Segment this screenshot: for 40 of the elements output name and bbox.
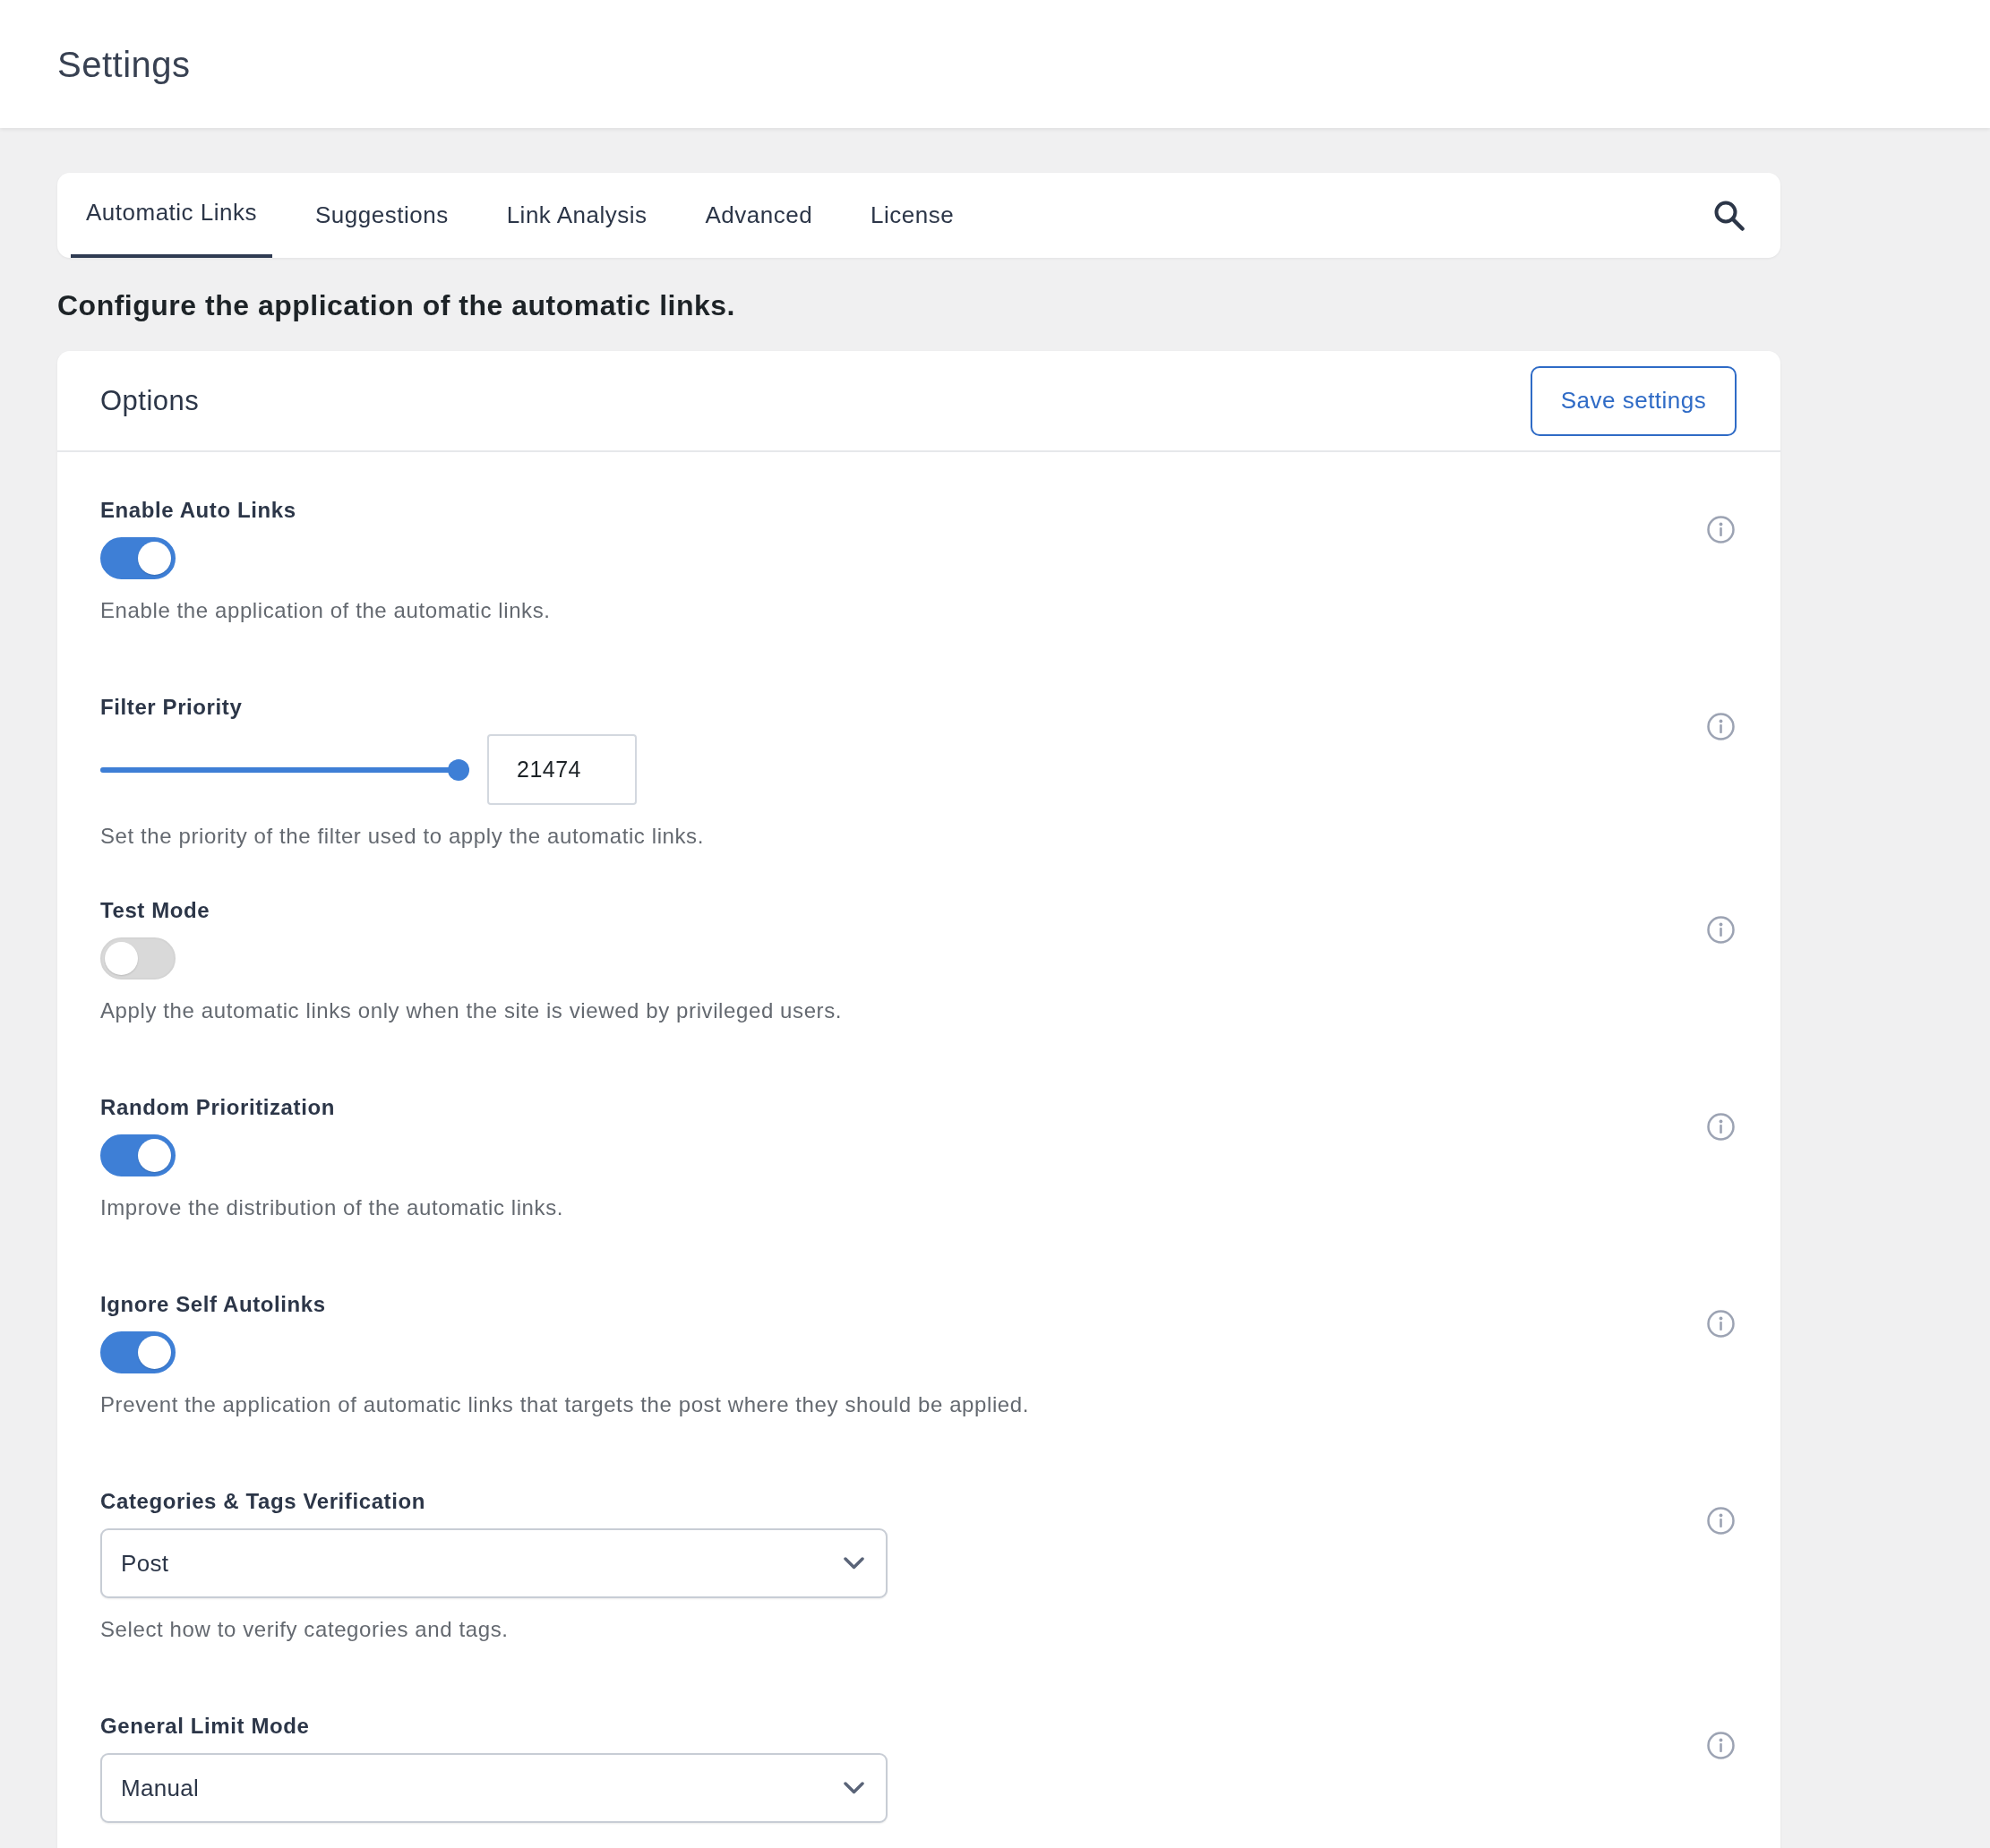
info-icon[interactable] [1707, 1507, 1735, 1535]
toggle-switch[interactable] [100, 537, 176, 579]
setting-description: Prevent the application of automatic links that targets the post where they should be applied. [100, 1391, 1029, 1418]
setting-description: Select how to verify categories and tags. [100, 1616, 509, 1643]
info-icon[interactable] [1707, 516, 1735, 543]
info-icon[interactable] [1707, 1113, 1735, 1141]
chevron-down-icon [844, 1782, 864, 1794]
card-title: Options [100, 384, 200, 417]
info-icon[interactable] [1707, 916, 1735, 944]
search-icon[interactable] [1713, 200, 1745, 231]
slider-track[interactable] [100, 758, 469, 781]
setting-label: Test Mode [100, 897, 210, 924]
setting-label: General Limit Mode [100, 1713, 310, 1740]
tab[interactable]: Suggestions [300, 173, 464, 258]
setting-description: Set the priority of the filter used to apply the automatic links. [100, 823, 704, 850]
tab[interactable]: Automatic Links [71, 173, 273, 258]
info-icon[interactable] [1707, 713, 1735, 740]
toggle-switch[interactable] [100, 1134, 176, 1176]
info-icon[interactable] [1707, 1310, 1735, 1338]
slider-thumb[interactable] [448, 758, 469, 781]
setting-description: Improve the distribution of the automatic links. [100, 1194, 564, 1221]
info-icon[interactable] [1707, 1732, 1735, 1759]
tab[interactable]: Link Analysis [491, 173, 663, 258]
setting-label: Categories & Tags Verification [100, 1488, 425, 1515]
setting-description: Apply the automatic links only when the site is viewed by privileged users. [100, 997, 843, 1024]
number-input[interactable]: 21474 [487, 734, 637, 805]
tab[interactable]: License [855, 173, 970, 258]
tab[interactable]: Advanced [690, 173, 828, 258]
save-button[interactable]: Save settings [1531, 365, 1737, 436]
setting-label: Enable Auto Links [100, 497, 296, 524]
toggle-switch[interactable] [100, 1331, 176, 1373]
setting-label: Filter Priority [100, 694, 243, 721]
page-title: Settings [57, 43, 191, 86]
chevron-down-icon [844, 1557, 864, 1570]
section-heading: Configure the application of the automatic links. [57, 288, 736, 323]
setting-description: Enable the application of the automatic links. [100, 597, 551, 624]
select-dropdown[interactable]: Post [100, 1528, 888, 1598]
setting-label: Ignore Self Autolinks [100, 1291, 326, 1318]
select-dropdown[interactable]: Manual [100, 1753, 888, 1823]
setting-label: Random Prioritization [100, 1094, 335, 1121]
